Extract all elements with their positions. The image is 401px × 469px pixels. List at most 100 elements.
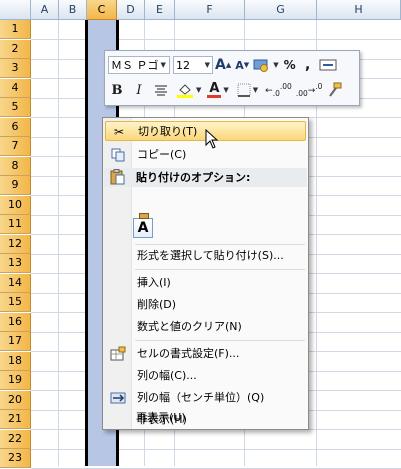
row-header[interactable]: 11: [0, 215, 31, 234]
column-header-h[interactable]: H: [317, 0, 401, 20]
row-header-label: 4: [11, 80, 19, 94]
mini-toolbar-row-2: B I ▼ A ▼ ▼ ←.0.00 .00→.0: [108, 79, 344, 101]
mini-toolbar: ＭＳ Ｐゴ ▼ 12 ▼ A ▲ A ▼ ▼ % , B I ▼ A ▼ ▼ ←…: [104, 50, 360, 106]
merge-center-button[interactable]: [317, 55, 339, 75]
percent-icon: %: [283, 58, 296, 72]
menu-item-label: 削除(D): [137, 298, 177, 311]
menu-item-label: 数式と値のクリア(N): [137, 320, 242, 333]
bold-icon: B: [111, 82, 123, 98]
select-all-corner[interactable]: [0, 0, 31, 20]
down-triangle-icon: ▼: [243, 61, 250, 69]
column-header-a[interactable]: A: [31, 0, 59, 20]
grow-font-icon: A: [215, 57, 226, 73]
row-header-label: 13: [8, 256, 22, 269]
column-header-b[interactable]: B: [59, 0, 87, 20]
shrink-font-icon: A: [235, 58, 244, 72]
menu-separator: [135, 244, 305, 245]
row-header[interactable]: 2: [0, 39, 31, 59]
mouse-pointer-icon: [205, 129, 219, 149]
decrease-decimal-icon: .00→.0: [295, 82, 323, 98]
menu-item-delete[interactable]: 削除(D): [105, 295, 306, 315]
format-painter-button[interactable]: [324, 80, 344, 100]
row-header[interactable]: 17: [0, 332, 31, 351]
row-header[interactable]: 7: [0, 137, 31, 156]
row-header[interactable]: 10: [0, 195, 31, 215]
menu-item-clear-contents[interactable]: 数式と値のクリア(N): [105, 317, 306, 337]
align-center-icon: [155, 85, 167, 96]
font-color-icon: A: [207, 82, 222, 98]
font-color-button[interactable]: A ▼: [205, 80, 230, 100]
row-header-label: 9: [11, 178, 19, 191]
column-header-f[interactable]: F: [175, 0, 245, 20]
row-header[interactable]: 20: [0, 390, 31, 410]
scissors-icon: ✂: [113, 125, 125, 139]
row-header[interactable]: 15: [0, 293, 31, 312]
row-header-label: 11: [8, 217, 22, 230]
row-header[interactable]: 3: [0, 59, 31, 78]
copy-icon: [110, 147, 126, 163]
bold-button[interactable]: B: [108, 80, 126, 100]
row-header-label: 21: [8, 412, 22, 425]
column-header-g[interactable]: G: [245, 0, 317, 20]
grow-font-button[interactable]: A ▲: [213, 55, 233, 75]
row-header-label: 3: [11, 61, 19, 74]
comma-style-button[interactable]: ,: [299, 55, 317, 75]
menu-item-insert[interactable]: 挿入(I): [105, 273, 306, 293]
row-header[interactable]: 6: [0, 117, 31, 137]
increase-decimal-button[interactable]: ←.0.00: [263, 80, 294, 100]
decrease-decimal-button[interactable]: .00→.0: [294, 80, 325, 100]
row-header[interactable]: 22: [0, 429, 31, 449]
font-name-dropdown[interactable]: ＭＳ Ｐゴ ▼: [108, 56, 170, 74]
row-header[interactable]: 13: [0, 254, 31, 273]
row-header[interactable]: 1: [0, 20, 31, 39]
row-header-label: 2: [11, 41, 19, 55]
number-format-button[interactable]: ▼: [251, 55, 280, 75]
mini-toolbar-row-1: ＭＳ Ｐゴ ▼ 12 ▼ A ▲ A ▼ ▼ % ,: [108, 54, 339, 76]
font-size-dropdown[interactable]: 12 ▼: [173, 56, 213, 74]
column-header-label: H: [354, 3, 363, 16]
row-header[interactable]: 12: [0, 234, 31, 254]
borders-button[interactable]: ▼: [235, 80, 260, 100]
menu-item-column-width[interactable]: 列の幅(C)...: [105, 366, 306, 386]
row-header-label: 6: [11, 119, 19, 133]
menu-item-unhide[interactable]: 再表示(U): [104, 408, 305, 428]
font-size-value: 12: [176, 58, 190, 72]
fill-color-button[interactable]: ▼: [174, 80, 203, 100]
column-header-e[interactable]: E: [145, 0, 175, 20]
italic-button[interactable]: I: [130, 80, 148, 100]
row-header-label: 23: [8, 451, 22, 464]
shrink-font-button[interactable]: A ▼: [233, 55, 251, 75]
selection-border: [85, 20, 88, 466]
menu-item-format-cells[interactable]: セルの書式設定(F)...: [105, 344, 306, 364]
column-header-label: D: [126, 3, 135, 16]
row-header-label: 22: [8, 431, 22, 445]
percent-style-button[interactable]: %: [281, 55, 299, 75]
column-header-c[interactable]: C: [87, 0, 117, 20]
column-width-icon: [110, 390, 126, 406]
paste-values-option-button[interactable]: A: [133, 213, 153, 238]
column-header-d[interactable]: D: [117, 0, 145, 20]
row-header-label: 5: [11, 100, 19, 113]
row-header[interactable]: 9: [0, 176, 31, 195]
row-header[interactable]: 5: [0, 98, 31, 117]
row-header[interactable]: 8: [0, 156, 31, 176]
menu-item-paste-special[interactable]: 形式を選択して貼り付け(S)...: [105, 246, 306, 266]
clipboard-icon: [109, 169, 125, 188]
row-header[interactable]: 4: [0, 78, 31, 98]
menu-item-column-width-cm[interactable]: 列の幅（センチ単位）(Q): [105, 388, 306, 408]
currency-icon: [253, 59, 269, 72]
row-header[interactable]: 23: [0, 449, 31, 468]
column-header-label: A: [40, 3, 49, 16]
paste-options-header: 貼り付けのオプション:: [104, 168, 307, 187]
merge-center-icon: [319, 59, 337, 71]
row-header-label: 7: [11, 139, 19, 152]
row-header[interactable]: 18: [0, 351, 31, 371]
column-header-label: F: [206, 3, 213, 16]
row-header[interactable]: 19: [0, 371, 31, 390]
row-header[interactable]: 14: [0, 273, 31, 293]
chevron-down-icon: ▼: [223, 86, 229, 94]
row-header[interactable]: 21: [0, 410, 31, 429]
align-center-button[interactable]: [152, 80, 170, 100]
row-header[interactable]: 16: [0, 312, 31, 332]
menu-item-label: 列の幅（センチ単位）(Q): [137, 391, 265, 404]
